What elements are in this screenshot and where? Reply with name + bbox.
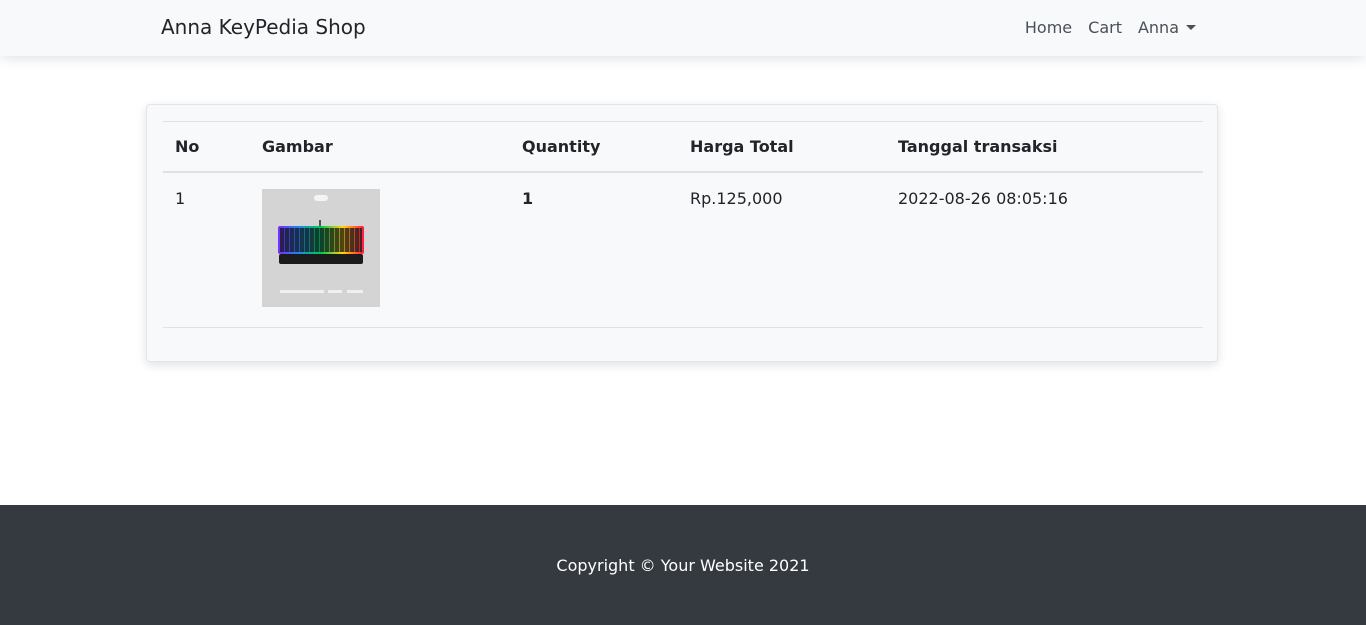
cell-no: 1 [163, 172, 250, 328]
nav-links: Home Cart Anna [1025, 18, 1196, 37]
caret-down-icon [1186, 25, 1196, 30]
header-quantity: Quantity [510, 121, 678, 173]
cell-total: Rp.125,000 [678, 172, 886, 328]
copyright-text: Copyright © Your Website 2021 [556, 556, 810, 575]
product-image [262, 189, 380, 307]
cell-image [250, 172, 510, 328]
header-tanggal-transaksi: Tanggal transaksi [886, 121, 1203, 173]
cell-quantity: 1 [510, 172, 678, 328]
header-harga-total: Harga Total [678, 121, 886, 173]
nav-cart-link[interactable]: Cart [1088, 18, 1122, 37]
transaction-card: No Gambar Quantity Harga Total Tanggal t… [146, 104, 1218, 362]
cell-date: 2022-08-26 08:05:16 [886, 172, 1203, 328]
navbar: Anna KeyPedia Shop Home Cart Anna [0, 0, 1366, 56]
user-name: Anna [1137, 18, 1179, 37]
footer: Copyright © Your Website 2021 [0, 505, 1366, 625]
header-no: No [163, 121, 250, 173]
nav-home-link[interactable]: Home [1025, 18, 1072, 37]
brand-link[interactable]: Anna KeyPedia Shop [161, 15, 366, 39]
table-header-row: No Gambar Quantity Harga Total Tanggal t… [163, 121, 1203, 173]
transaction-table: No Gambar Quantity Harga Total Tanggal t… [163, 121, 1203, 328]
user-dropdown[interactable]: Anna [1138, 18, 1196, 37]
header-gambar: Gambar [250, 121, 510, 173]
table-row: 1 1 Rp.125,000 2022-08-26 08:05:16 [163, 172, 1203, 328]
